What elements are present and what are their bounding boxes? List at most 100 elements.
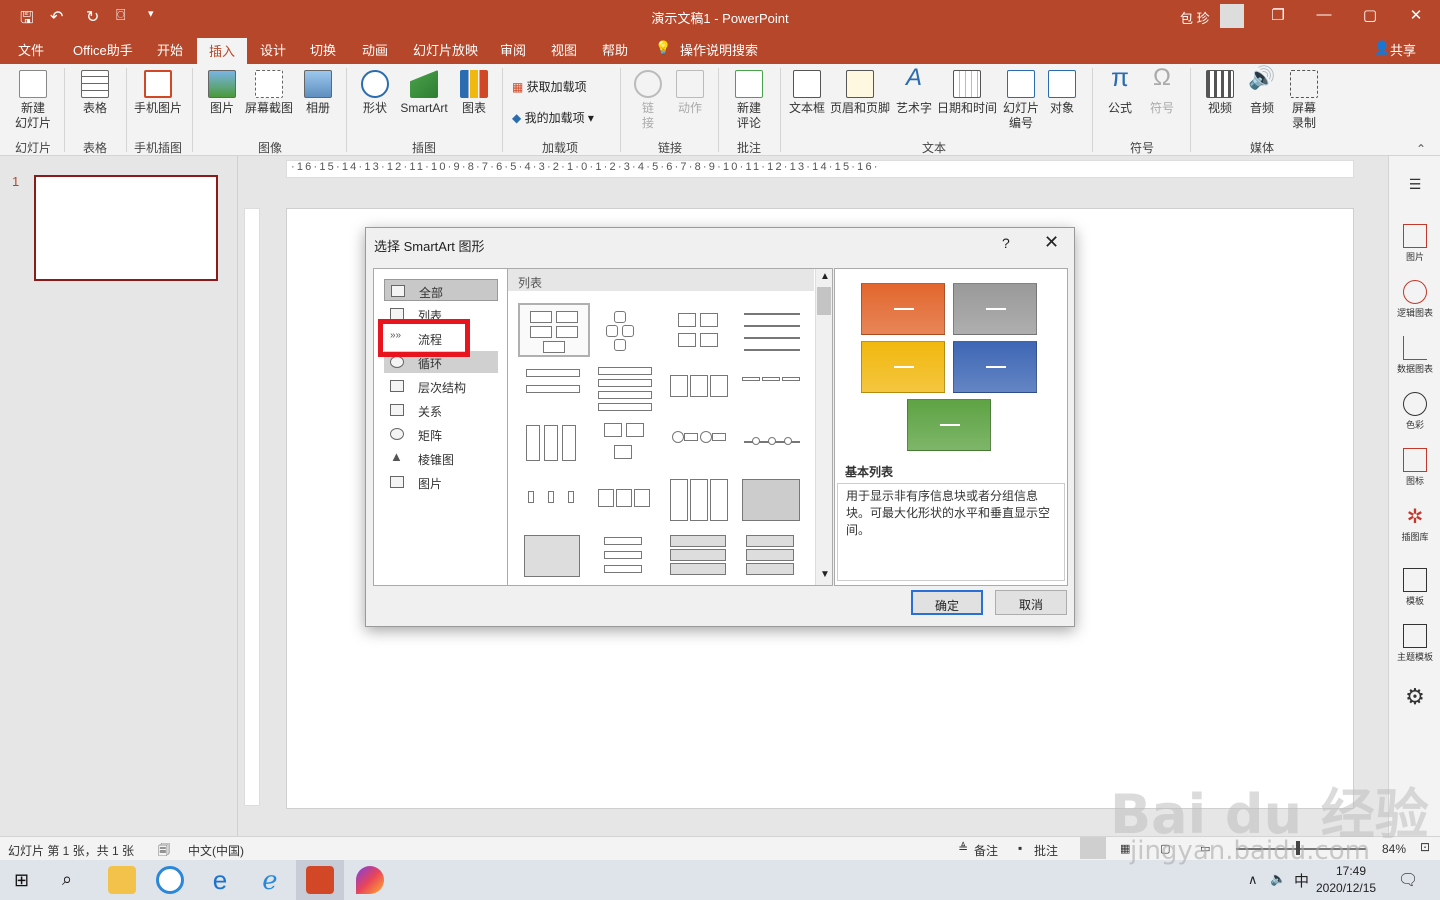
layout-table-list[interactable] — [668, 477, 732, 525]
pane-theme-template[interactable]: 主题模板 — [1389, 624, 1440, 663]
ok-button[interactable]: 确定 — [911, 590, 983, 615]
pane-illustration[interactable]: ✲ 插图库 — [1389, 504, 1440, 543]
collapse-ribbon-icon[interactable]: ⌃ — [1416, 142, 1426, 156]
video-button[interactable]: 视频 — [1200, 70, 1240, 116]
scroll-down-icon[interactable]: ▼ — [820, 569, 830, 580]
category-pyramid[interactable]: ▲ 棱锥图 — [384, 447, 498, 469]
layout-circle-column-list[interactable] — [522, 533, 586, 581]
notes-button[interactable]: 备注 — [974, 842, 998, 859]
layout-picture-caption-list[interactable] — [594, 419, 658, 467]
clock-date[interactable]: 2020/12/15 — [1316, 881, 1376, 895]
layout-horizontal-bullet-list[interactable] — [668, 365, 732, 413]
category-relationship[interactable]: 关系 — [384, 399, 498, 421]
action-button[interactable]: 动作 — [672, 70, 708, 116]
layout-pin-list[interactable] — [522, 477, 586, 525]
get-addins-button[interactable]: ▦ 获取加载项 — [512, 78, 587, 95]
tell-me-search[interactable]: 操作说明搜索 — [680, 40, 758, 59]
slide-number-button[interactable]: 幻灯片 编号 — [1000, 70, 1042, 131]
header-footer-button[interactable]: 页眉和页脚 — [828, 70, 892, 116]
normal-view-icon[interactable] — [1080, 837, 1106, 859]
language-indicator[interactable]: 中文(中国) — [188, 842, 244, 859]
pane-data-chart[interactable]: 数据图表 — [1389, 336, 1440, 375]
layout-checkbox-list[interactable] — [668, 533, 732, 581]
layout-grouped-list[interactable] — [668, 307, 732, 355]
windows-start-icon[interactable]: ⊞ — [14, 870, 29, 891]
tab-view[interactable]: 视图 — [551, 40, 577, 59]
layout-grid-list[interactable] — [740, 477, 804, 525]
layout-segmented-list[interactable] — [740, 533, 804, 581]
layout-basic-list[interactable] — [518, 303, 590, 357]
pane-template[interactable]: 模板 — [1389, 568, 1440, 607]
layout-vertical-box-list[interactable] — [522, 419, 586, 467]
tab-transitions[interactable]: 切换 — [310, 40, 336, 59]
notification-icon[interactable]: 🗨 — [1398, 870, 1418, 890]
layout-vertical-bullet-list[interactable] — [522, 365, 586, 413]
smartart-button[interactable]: SmartArt — [396, 70, 452, 116]
help-button[interactable]: ? — [1002, 235, 1010, 251]
screenshot-button[interactable]: 屏幕截图 — [244, 70, 294, 116]
layout-tab-list[interactable] — [594, 533, 658, 581]
pane-picture[interactable]: 图片 — [1389, 224, 1440, 263]
table-button[interactable]: 表格 — [70, 70, 120, 116]
tab-insert[interactable]: 插入 — [197, 38, 248, 64]
layout-chevron-list[interactable] — [594, 477, 658, 525]
minimize-icon[interactable]: — — [1304, 6, 1344, 23]
category-hierarchy[interactable]: 层次结构 — [384, 375, 498, 397]
tab-review[interactable]: 审阅 — [500, 40, 526, 59]
maximize-icon[interactable]: ▢ — [1350, 6, 1390, 24]
album-button[interactable]: 相册 — [296, 70, 340, 116]
dialog-close-button[interactable]: ✕ — [1044, 232, 1059, 253]
object-button[interactable]: 对象 — [1044, 70, 1080, 116]
ime-indicator[interactable]: 中 — [1294, 870, 1309, 891]
edge-icon[interactable]: e — [206, 866, 234, 894]
gallery-scrollbar[interactable]: ▲ ▼ — [815, 269, 832, 585]
avatar[interactable] — [1220, 4, 1244, 28]
layout-trapezoid-list[interactable] — [740, 365, 804, 413]
category-picture[interactable]: 图片 — [384, 471, 498, 493]
file-explorer-icon[interactable] — [108, 866, 136, 894]
new-comment-button[interactable]: 新建 评论 — [726, 70, 772, 131]
tab-help[interactable]: 帮助 — [602, 40, 628, 59]
screen-record-button[interactable]: 屏幕 录制 — [1284, 70, 1324, 131]
slide-thumbnail[interactable] — [34, 175, 218, 281]
category-matrix[interactable]: 矩阵 — [384, 423, 498, 445]
share-button[interactable]: 共享 — [1390, 40, 1416, 59]
share-icon[interactable]: 👤 — [1374, 40, 1390, 56]
pane-menu-icon[interactable]: ☰ — [1389, 176, 1440, 193]
tab-slideshow[interactable]: 幻灯片放映 — [413, 40, 478, 59]
spellcheck-icon[interactable]: 🗐 — [158, 841, 170, 862]
layout-circle-list[interactable] — [668, 419, 732, 467]
volume-icon[interactable]: 🔈 — [1270, 871, 1286, 887]
search-icon[interactable]: ⌕ — [62, 869, 72, 890]
scroll-thumb[interactable] — [817, 287, 831, 315]
pane-icon[interactable]: 图标 — [1389, 448, 1440, 487]
tab-office-assistant[interactable]: Office助手 — [73, 40, 133, 59]
notes-icon[interactable]: ≜ — [958, 841, 968, 855]
taskbar-active-app[interactable] — [296, 860, 344, 900]
pane-logic-chart[interactable]: 逻辑图表 — [1389, 280, 1440, 319]
datetime-button[interactable]: 日期和时间 — [936, 70, 998, 116]
comments-button[interactable]: 批注 — [1034, 842, 1058, 859]
ie-icon[interactable]: ℯ — [256, 866, 284, 894]
scroll-up-icon[interactable]: ▲ — [820, 271, 830, 282]
tab-design[interactable]: 设计 — [260, 40, 286, 59]
symbol-button[interactable]: Ω 符号 — [1142, 66, 1182, 116]
textbox-button[interactable]: 文本框 — [786, 70, 828, 116]
tab-animations[interactable]: 动画 — [362, 40, 388, 59]
equation-button[interactable]: π 公式 — [1100, 64, 1140, 116]
new-slide-button[interactable]: 新建 幻灯片 — [8, 70, 58, 131]
layout-dot-line-list[interactable] — [740, 419, 804, 467]
clock-time[interactable]: 17:49 — [1336, 864, 1366, 878]
link-button[interactable]: 链 接 — [630, 70, 666, 131]
tray-expand-icon[interactable]: ∧ — [1248, 872, 1258, 888]
phone-image-button[interactable]: 手机图片 — [130, 70, 186, 116]
pane-color[interactable]: 色彩 — [1389, 392, 1440, 431]
category-all[interactable]: 全部 — [384, 279, 498, 301]
picture-button[interactable]: 图片 — [200, 70, 244, 116]
tab-home[interactable]: 开始 — [157, 40, 183, 59]
layout-hexagon-cluster[interactable] — [596, 307, 660, 355]
tab-file[interactable]: 文件 — [18, 40, 44, 59]
qq-browser-icon[interactable] — [156, 866, 184, 894]
layout-lined-list[interactable] — [740, 307, 804, 355]
user-name[interactable]: 包 珍 — [1180, 8, 1210, 27]
